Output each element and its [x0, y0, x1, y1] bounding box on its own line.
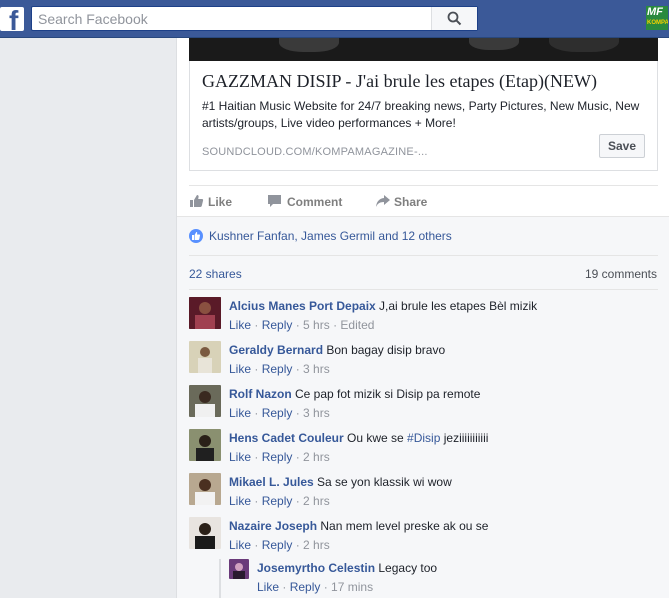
- comment-reply-link[interactable]: Reply: [262, 450, 293, 464]
- comment-author[interactable]: Rolf Nazon: [229, 387, 292, 401]
- link-preview-image[interactable]: [189, 38, 658, 61]
- comment-text: Sa se yon klassik wi wow: [313, 475, 452, 489]
- hashtag-link[interactable]: #Disip: [407, 431, 440, 445]
- comment-text: jeziiiiiiiiiii: [440, 431, 489, 445]
- comment-author[interactable]: Geraldy Bernard: [229, 343, 323, 357]
- post-actions: Like Comment Share: [189, 185, 658, 218]
- comment-time[interactable]: 5 hrs: [303, 318, 330, 332]
- comment-author[interactable]: Alcius Manes Port Depaix: [229, 299, 376, 313]
- comment-like-link[interactable]: Like: [229, 538, 251, 552]
- avatar[interactable]: [189, 517, 221, 549]
- comment-text: Ce pap fot mizik si Disip pa remote: [291, 387, 481, 401]
- comment-like-link[interactable]: Like: [229, 362, 251, 376]
- link-description: #1 Haitian Music Website for 24/7 breaki…: [202, 99, 640, 130]
- search-button[interactable]: [431, 7, 477, 30]
- top-bar: f MF KOMPA: [0, 0, 669, 38]
- avatar[interactable]: [229, 559, 249, 579]
- reply-author[interactable]: Josemyrtho Celestin: [257, 561, 375, 575]
- comment-time[interactable]: 2 hrs: [303, 450, 330, 464]
- facebook-logo-icon[interactable]: f: [0, 7, 24, 31]
- like-reaction-icon: [189, 229, 203, 243]
- reply-thread-line: [219, 559, 221, 598]
- thumbs-up-icon: [190, 195, 204, 207]
- comment-text: J,ai brule les etapes Bèl mizik: [375, 299, 538, 313]
- comment-like-link[interactable]: Like: [229, 406, 251, 420]
- comment-like-link[interactable]: Like: [229, 450, 251, 464]
- comment-like-link[interactable]: Like: [229, 318, 251, 332]
- comment-time[interactable]: 2 hrs: [303, 538, 330, 552]
- comment-icon: [268, 195, 281, 207]
- comment-text: Nan mem level preske ak ou se: [317, 519, 489, 533]
- comment-like-link[interactable]: Like: [229, 494, 251, 508]
- avatar[interactable]: [189, 341, 221, 373]
- comment-edited: · Edited: [329, 318, 375, 332]
- link-title[interactable]: GAZZMAN DISIP - J'ai brule les etapes (E…: [202, 71, 597, 92]
- post-card: GAZZMAN DISIP - J'ai brule les etapes (E…: [176, 38, 669, 598]
- avatar[interactable]: [189, 385, 221, 417]
- comment-reply-link[interactable]: Reply: [262, 494, 293, 508]
- avatar[interactable]: [189, 473, 221, 505]
- avatar[interactable]: [189, 297, 221, 329]
- comment-reply-link[interactable]: Reply: [262, 362, 293, 376]
- reply-time[interactable]: 17 mins: [331, 580, 373, 594]
- divider: [189, 289, 658, 290]
- comment-reply-link[interactable]: Reply: [262, 538, 293, 552]
- reply-like-link[interactable]: Like: [257, 580, 279, 594]
- search-icon: [447, 11, 462, 26]
- shares-count-link[interactable]: 22 shares: [189, 267, 242, 281]
- comment-author[interactable]: Mikael L. Jules: [229, 475, 314, 489]
- comment-reply-link[interactable]: Reply: [262, 318, 293, 332]
- comment-time[interactable]: 2 hrs: [303, 494, 330, 508]
- comments-count[interactable]: 19 comments: [585, 267, 657, 281]
- divider: [189, 255, 658, 256]
- save-button[interactable]: Save: [599, 134, 645, 158]
- feedback-section: Kushner Fanfan, James Germil and 12 othe…: [177, 216, 669, 598]
- comment-author[interactable]: Nazaire Joseph: [229, 519, 317, 533]
- link-preview[interactable]: GAZZMAN DISIP - J'ai brule les etapes (E…: [189, 61, 658, 171]
- comment-time[interactable]: 3 hrs: [303, 362, 330, 376]
- reply-text: Legacy too: [375, 561, 438, 575]
- comment-text: Ou kwe se: [343, 431, 408, 445]
- search-input[interactable]: [38, 9, 438, 28]
- search-box: [31, 6, 478, 31]
- share-arrow-icon: [376, 195, 390, 207]
- comment-author[interactable]: Hens Cadet Couleur: [229, 431, 344, 445]
- reply-reply-link[interactable]: Reply: [290, 580, 321, 594]
- comment-reply-link[interactable]: Reply: [262, 406, 293, 420]
- link-domain: SOUNDCLOUD.COM/KOMPAMAGAZINE-...: [202, 146, 428, 158]
- reactions-text[interactable]: Kushner Fanfan, James Germil and 12 othe…: [209, 229, 452, 243]
- app-shortcut-icon[interactable]: MF KOMPA: [646, 6, 668, 30]
- comment-text: Bon bagay disip bravo: [323, 343, 446, 357]
- comment-time[interactable]: 3 hrs: [303, 406, 330, 420]
- avatar[interactable]: [189, 429, 221, 461]
